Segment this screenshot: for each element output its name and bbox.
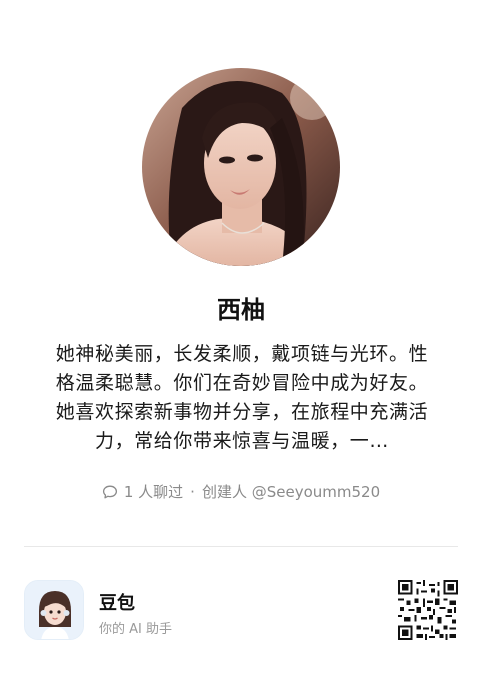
meta-separator: · <box>190 482 195 501</box>
character-share-card: 西柚 她神秘美丽，长发柔顺，戴项链与光环。性格温柔聪慧。你们在奇妙冒险中成为好友… <box>0 0 482 680</box>
character-description: 她神秘美丽，长发柔顺，戴项链与光环。性格温柔聪慧。你们在奇妙冒险中成为好友。她喜… <box>55 343 429 452</box>
chat-bubble-icon <box>102 485 117 498</box>
app-subtitle: 你的 AI 助手 <box>99 622 172 637</box>
chat-count: 1 人聊过 <box>123 483 184 501</box>
character-avatar <box>142 68 340 266</box>
character-name: 西柚 <box>217 296 265 324</box>
divider <box>24 546 458 547</box>
qr-code <box>398 580 458 640</box>
character-meta: 1 人聊过 · 创建人 @Seeyoumm520 <box>0 481 482 502</box>
creator-handle: 创建人 @Seeyoumm520 <box>201 483 381 501</box>
app-name: 豆包 <box>99 593 135 614</box>
doubao-app-icon <box>24 580 84 640</box>
